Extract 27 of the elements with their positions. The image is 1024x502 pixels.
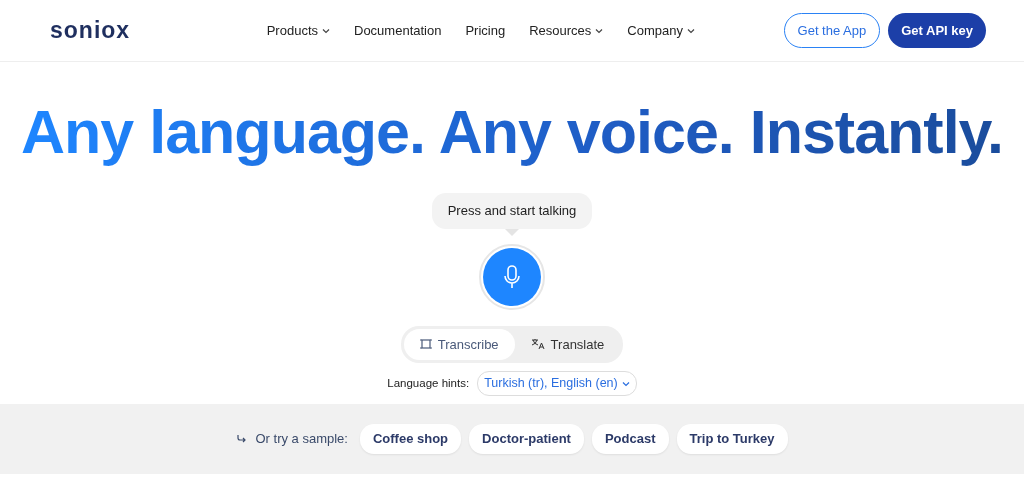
tooltip-pointer [505,228,519,236]
nav-link[interactable]: Pricing [465,20,506,41]
samples-label: Or try a sample: [255,430,348,449]
api-key-button[interactable]: Get API key [888,12,986,49]
nav-link[interactable]: Company [627,20,695,41]
microphone-icon [503,264,521,289]
nav-link[interactable]: Resources [529,20,604,41]
get-app-button[interactable]: Get the App [783,12,881,49]
language-hints-label: Language hints: [387,375,470,391]
frame-icon [419,338,432,351]
mode-tab[interactable]: Translate [514,328,621,361]
return-arrow-icon [236,433,248,444]
language-select[interactable]: Turkish (tr), English (en) [477,371,637,396]
sample-chip[interactable]: Trip to Turkey [676,424,788,454]
chevron-down-icon [595,27,604,34]
tooltip: Press and start talking [431,193,593,229]
mode-tab[interactable]: Transcribe [403,328,515,361]
sample-chip[interactable]: Coffee shop [359,424,462,454]
nav-link[interactable]: Products [266,20,330,41]
sample-chip[interactable]: Podcast [591,424,669,454]
nav-link[interactable]: Documentation [354,20,442,41]
chevron-down-icon [687,27,695,34]
translate-icon [530,338,545,351]
chevron-down-icon [621,380,630,387]
sample-chip[interactable]: Doctor-patient [469,424,584,454]
logo[interactable]: soniox [50,13,131,48]
chevron-down-icon [322,27,330,34]
